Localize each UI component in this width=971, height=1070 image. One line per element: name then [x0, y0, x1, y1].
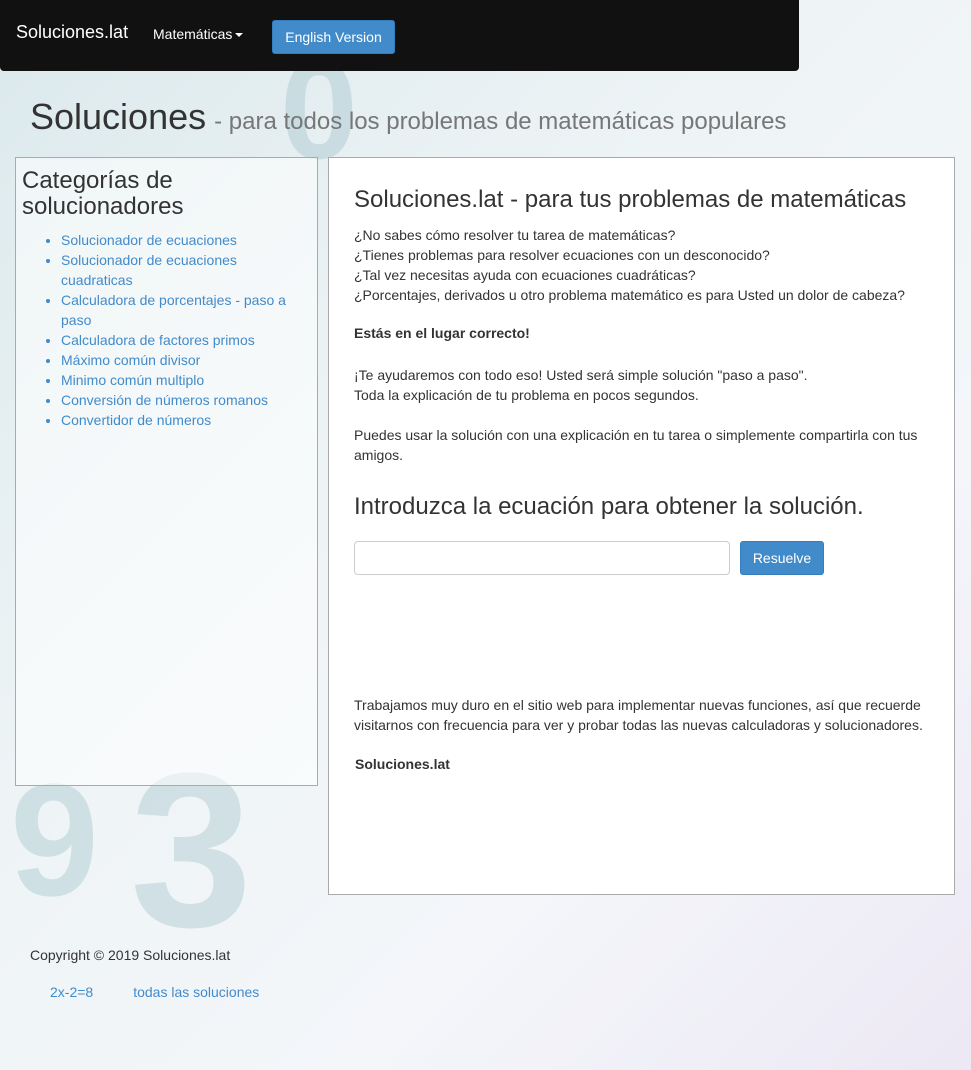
page-header: Soluciones - para todos los problemas de …: [30, 96, 786, 138]
solve-button[interactable]: Resuelve: [740, 541, 824, 575]
sidebar-list-item: Calculadora de factores primos: [61, 330, 291, 350]
sidebar-list-item: Convertidor de números: [61, 410, 291, 430]
sidebar: Categorías de solucionadores Solucionado…: [15, 157, 318, 786]
sidebar-list-item: Máximo común divisor: [61, 350, 291, 370]
sidebar-list: Solucionador de ecuaciones Solucionador …: [16, 230, 291, 430]
usage-text: Puedes usar la solución con una explicac…: [354, 427, 918, 463]
brand-link[interactable]: Soluciones.lat: [16, 22, 128, 43]
sidebar-list-item: Solucionador de ecuaciones cuadraticas: [61, 250, 291, 290]
sidebar-list-item: Minimo común multiplo: [61, 370, 291, 390]
equation-input[interactable]: [354, 541, 730, 575]
sidebar-link-mcm[interactable]: Minimo común multiplo: [61, 372, 204, 388]
correct-place-text: Estás en el lugar correcto!: [354, 325, 530, 341]
footer-link-example[interactable]: 2x-2=8: [50, 984, 93, 1000]
closing-text: Trabajamos muy duro en el sitio web para…: [354, 697, 923, 733]
english-version-button[interactable]: English Version: [272, 20, 395, 54]
help-line: Toda la explicación de tu problema en po…: [354, 387, 699, 403]
footer-link-all-solutions[interactable]: todas las soluciones: [133, 984, 259, 1000]
intro-line: ¿Tal vez necesitas ayuda con ecuaciones …: [354, 267, 696, 283]
sidebar-link-convertidor[interactable]: Convertidor de números: [61, 412, 211, 428]
content-title: Soluciones.lat - para tus problemas de m…: [354, 186, 907, 213]
sidebar-list-item: Solucionador de ecuaciones: [61, 230, 291, 250]
top-navbar: Soluciones.lat Matemáticas English Versi…: [0, 0, 799, 71]
sidebar-link-mcd[interactable]: Máximo común divisor: [61, 352, 200, 368]
sidebar-list-item: Calculadora de porcentajes - paso a paso: [61, 290, 291, 330]
dropdown-label: Matemáticas: [153, 26, 233, 42]
equation-heading: Introduzca la ecuación para obtener la s…: [354, 493, 864, 520]
sidebar-list-item: Conversión de números romanos: [61, 390, 291, 410]
sidebar-heading: Categorías de solucionadores: [22, 167, 184, 220]
intro-line: ¿Porcentajes, derivados u otro problema …: [354, 287, 905, 303]
matematicas-dropdown[interactable]: Matemáticas: [153, 26, 244, 42]
help-text: ¡Te ayudaremos con todo eso! Usted será …: [354, 365, 934, 405]
signature: Soluciones.lat: [355, 756, 450, 772]
caret-down-icon: [235, 33, 244, 38]
sidebar-link-ecuaciones[interactable]: Solucionador de ecuaciones: [61, 232, 237, 248]
copyright-text: Copyright © 2019 Soluciones.lat: [30, 947, 231, 963]
sidebar-link-factores-primos[interactable]: Calculadora de factores primos: [61, 332, 255, 348]
page-subtitle: - para todos los problemas de matemática…: [214, 108, 787, 135]
sidebar-link-romanos[interactable]: Conversión de números romanos: [61, 392, 268, 408]
main-content: Soluciones.lat - para tus problemas de m…: [328, 157, 955, 895]
sidebar-link-cuadraticas[interactable]: Solucionador de ecuaciones cuadraticas: [61, 252, 237, 288]
intro-line: ¿No sabes cómo resolver tu tarea de mate…: [354, 227, 676, 243]
intro-text: ¿No sabes cómo resolver tu tarea de mate…: [354, 225, 934, 305]
sidebar-link-porcentajes[interactable]: Calculadora de porcentajes - paso a paso: [61, 292, 286, 328]
page-title: Soluciones: [30, 96, 207, 137]
help-line: ¡Te ayudaremos con todo eso! Usted será …: [354, 367, 808, 383]
intro-line: ¿Tienes problemas para resolver ecuacion…: [354, 247, 770, 263]
footer-links: 2x-2=8 todas las soluciones: [50, 984, 299, 1000]
